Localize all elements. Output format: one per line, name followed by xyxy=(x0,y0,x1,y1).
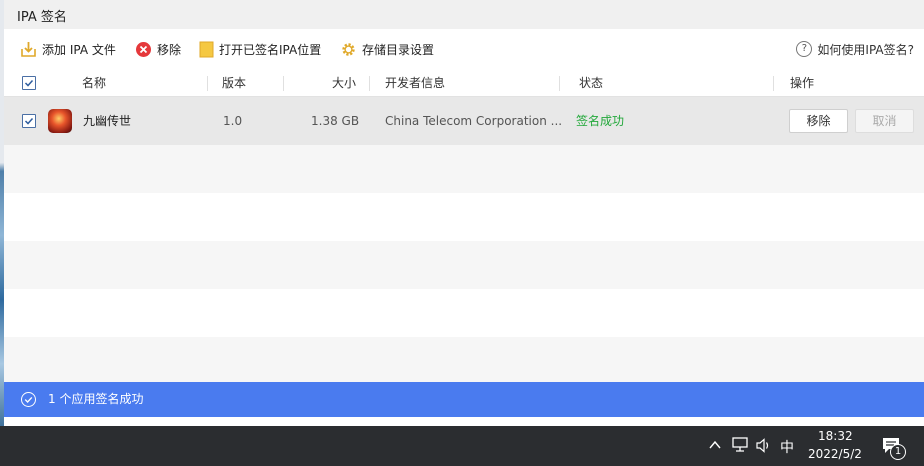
row-remove-button[interactable]: 移除 xyxy=(789,109,848,133)
app-icon xyxy=(48,109,72,133)
window-title: IPA 签名 xyxy=(17,10,67,25)
column-divider xyxy=(207,76,208,91)
column-divider xyxy=(559,76,560,91)
app-version: 1.0 xyxy=(223,114,243,128)
column-header-developer[interactable]: 开发者信息 xyxy=(385,71,445,96)
gear-icon xyxy=(342,42,355,56)
clock-date[interactable]: 2022/5/2 xyxy=(808,447,862,461)
column-header-status[interactable]: 状态 xyxy=(579,71,603,96)
taskbar: 中 18:32 2022/5/2 1 xyxy=(0,426,924,466)
column-header-actions[interactable]: 操作 xyxy=(790,71,814,96)
empty-row xyxy=(4,289,924,337)
import-file-icon xyxy=(21,41,36,57)
empty-row xyxy=(4,193,924,241)
table-row[interactable]: 九幽传世 1.0 1.38 GB China Telecom Corporati… xyxy=(4,97,924,145)
open-signed-location-button[interactable]: 打开已签名IPA位置 xyxy=(199,39,321,59)
empty-row xyxy=(4,241,924,289)
help-label: 如何使用IPA签名? xyxy=(817,42,914,57)
column-header-name[interactable]: 名称 xyxy=(82,71,106,96)
status-message: 1 个应用签名成功 xyxy=(48,392,144,406)
ipa-sign-dialog: IPA 签名 添加 IPA 文件 移除 打开已签名IPA位置 存储目录设置 ? … xyxy=(4,0,924,426)
app-developer: China Telecom Corporation ... xyxy=(385,114,563,128)
column-divider xyxy=(283,76,284,91)
network-icon[interactable] xyxy=(731,437,749,453)
notification-count-badge: 1 xyxy=(890,444,906,460)
toolbar: 添加 IPA 文件 移除 打开已签名IPA位置 存储目录设置 ? 如何使用IPA… xyxy=(4,29,924,69)
add-ipa-label: 添加 IPA 文件 xyxy=(42,42,116,57)
empty-row xyxy=(4,145,924,193)
status-bar: 1 个应用签名成功 xyxy=(4,382,924,417)
empty-row xyxy=(4,337,924,382)
check-icon xyxy=(24,117,34,125)
open-signed-location-label: 打开已签名IPA位置 xyxy=(219,42,322,57)
column-divider xyxy=(369,76,370,91)
remove-icon xyxy=(136,41,151,57)
clock-time[interactable]: 18:32 xyxy=(818,429,853,443)
row-cancel-button[interactable]: 取消 xyxy=(855,109,914,133)
select-all-checkbox[interactable] xyxy=(22,76,36,90)
remove-button[interactable]: 移除 xyxy=(135,39,181,59)
app-name: 九幽传世 xyxy=(83,114,132,128)
storage-settings-button[interactable]: 存储目录设置 xyxy=(340,39,434,59)
column-divider xyxy=(773,76,774,91)
check-icon xyxy=(24,79,34,87)
folder-icon xyxy=(199,41,214,57)
success-check-icon xyxy=(21,392,36,407)
add-ipa-button[interactable]: 添加 IPA 文件 xyxy=(20,39,116,59)
column-header-size[interactable]: 大小 xyxy=(332,71,356,96)
column-header-version[interactable]: 版本 xyxy=(222,71,246,96)
chevron-up-icon[interactable] xyxy=(709,440,721,450)
help-icon: ? xyxy=(796,41,813,57)
table-header: 名称 版本 大小 开发者信息 状态 操作 xyxy=(4,71,924,97)
title-bar[interactable]: IPA 签名 xyxy=(4,0,924,29)
app-size: 1.38 GB xyxy=(311,114,360,128)
help-link[interactable]: ? 如何使用IPA签名? xyxy=(796,39,914,59)
ime-indicator[interactable]: 中 xyxy=(780,437,794,457)
remove-label: 移除 xyxy=(157,42,182,57)
row-checkbox[interactable] xyxy=(22,114,36,128)
status-badge: 签名成功 xyxy=(576,114,625,128)
storage-settings-label: 存储目录设置 xyxy=(362,42,435,57)
volume-icon[interactable] xyxy=(755,438,771,453)
